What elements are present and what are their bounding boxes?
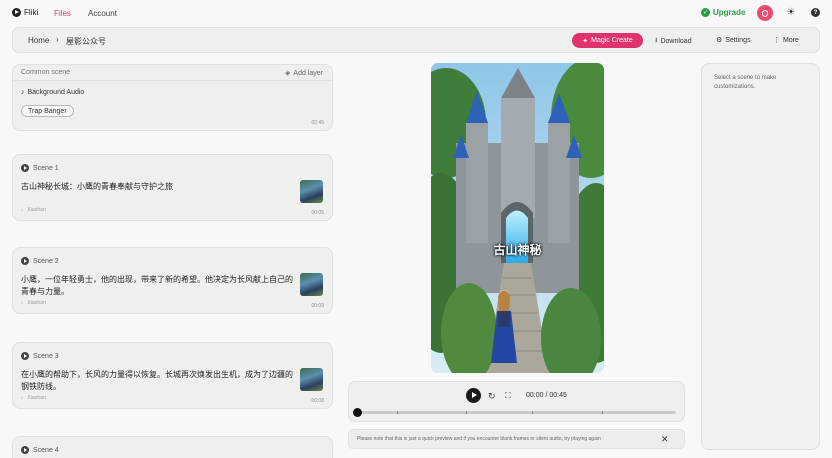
scene-duration: 00:08 <box>311 398 324 404</box>
scene-label: Scene 4 <box>21 446 59 454</box>
common-scene-card[interactable]: Common scene ◈ Add layer ♪ Background Au… <box>12 64 333 131</box>
scene-voice: ♩ Xiaohan <box>21 300 46 306</box>
scene-label: Scene 3 <box>21 352 59 360</box>
background-audio-label: ♪ Background Audio <box>21 89 85 96</box>
scene-label: Scene 2 <box>21 257 59 265</box>
replay-icon[interactable]: ↻ <box>488 391 496 402</box>
download-label: Download <box>660 38 692 45</box>
customization-hint: Select a scene to make customizations. <box>714 75 777 90</box>
scene-card-3[interactable]: Scene 3 在小鹰的帮助下，长风的力量得以恢复。长城再次焕发出生机，成为了边… <box>12 342 333 409</box>
more-button[interactable]: ⋮ More <box>773 36 799 45</box>
brand-name: Fliki <box>24 8 39 17</box>
nav-account-link[interactable]: Account <box>88 9 117 18</box>
music-note-icon: ♪ <box>21 89 25 96</box>
audio-track-chip[interactable]: Trap Banger <box>21 105 74 117</box>
scene-thumbnail[interactable] <box>300 180 323 203</box>
breadcrumb-separator: › <box>56 35 59 44</box>
notice-text: Please note that this is just a quick pr… <box>357 436 601 442</box>
upgrade-button[interactable]: ✓ Upgrade <box>701 8 745 17</box>
play-icon[interactable] <box>21 257 29 265</box>
scene-duration: 00:05 <box>311 210 324 216</box>
download-icon: ⭳ <box>655 37 658 44</box>
microphone-icon: ♩ <box>21 207 26 213</box>
settings-label: Settings <box>725 36 751 44</box>
breadcrumb-home[interactable]: Home <box>28 36 49 45</box>
play-circle-icon <box>12 8 21 17</box>
scene-card-2[interactable]: Scene 2 小鹰，一位年轻勇士，他的出现，带来了新的希望。他决定为长风献上自… <box>12 247 333 314</box>
fullscreen-icon[interactable]: ⛶ <box>505 391 511 401</box>
check-circle-icon: ✓ <box>701 8 710 17</box>
question-icon[interactable]: ? <box>811 8 820 17</box>
scene-duration: 00:09 <box>311 303 324 309</box>
scene-script-text[interactable]: 小鹰，一位年轻勇士，他的出现，带来了新的希望。他决定为长风献上自己的青春与力量。 <box>21 274 296 298</box>
preview-caption: 古山神秘 <box>493 243 542 257</box>
microphone-icon: ♩ <box>21 395 26 401</box>
scene-card-4[interactable]: Scene 4 <box>12 436 333 458</box>
more-label: More <box>783 36 799 44</box>
play-icon[interactable] <box>21 352 29 360</box>
customization-panel: Select a scene to make customizations. <box>701 63 820 450</box>
timeline-track[interactable] <box>358 411 676 414</box>
playback-time: 00:00 / 00:45 <box>526 392 567 399</box>
scene-label: Scene 1 <box>21 164 59 172</box>
video-preview[interactable]: 古山神秘 <box>431 63 604 373</box>
more-vertical-icon: ⋮ <box>773 37 780 44</box>
avatar[interactable] <box>757 5 773 21</box>
scene-thumbnail[interactable] <box>300 273 323 296</box>
microphone-icon: ♩ <box>21 300 26 306</box>
add-layer-label: Add layer <box>293 69 323 77</box>
play-icon[interactable] <box>21 446 29 454</box>
timeline-scrubber[interactable] <box>353 408 362 417</box>
close-icon[interactable]: ✕ <box>661 434 669 445</box>
common-scene-header: Common scene ◈ Add layer <box>13 65 332 81</box>
nav-files-link[interactable]: Files <box>54 9 71 18</box>
sun-icon[interactable]: ☀ <box>786 8 796 18</box>
scene-marker <box>397 411 398 414</box>
scene-marker <box>466 411 467 414</box>
breadcrumb-file-name[interactable]: 屋影公众号 <box>66 36 106 47</box>
scene-script-text[interactable]: 古山神秘长城：小鹰的青春奉献与守护之旅 <box>21 181 296 193</box>
scene-marker <box>532 411 533 414</box>
layers-icon: ◈ <box>285 70 291 77</box>
magic-create-label: Magic Create <box>591 37 633 44</box>
common-scene-title: Common scene <box>21 69 71 76</box>
video-player-controls: ↻ ⛶ 00:00 / 00:45 <box>348 381 685 422</box>
brand-logo[interactable]: Fliki <box>12 8 38 17</box>
magic-create-button[interactable]: ✦ Magic Create <box>572 33 643 48</box>
preview-notice: Please note that this is just a quick pr… <box>348 429 685 449</box>
editor-toolbar: Home › 屋影公众号 ✦ Magic Create ⭳ Download ⚙… <box>12 27 820 53</box>
play-button[interactable] <box>466 388 481 403</box>
upgrade-label: Upgrade <box>713 8 746 17</box>
scene-marker <box>602 411 603 414</box>
sparkle-icon: ✦ <box>582 37 589 45</box>
scene-thumbnail[interactable] <box>300 368 323 391</box>
castle-scene-image <box>431 63 604 373</box>
download-button[interactable]: ⭳ Download <box>655 36 692 47</box>
scene-voice: ♩ Xiaohan <box>21 207 46 213</box>
gear-icon: ⚙ <box>716 37 723 44</box>
scene-script-text[interactable]: 在小鹰的帮助下，长风的力量得以恢复。长城再次焕发出生机，成为了边疆的钢铁防线。 <box>21 369 296 393</box>
common-scene-duration: 02:45 <box>311 120 324 126</box>
settings-button[interactable]: ⚙ Settings <box>716 36 751 45</box>
scene-voice: ♩ Xiaohan <box>21 395 46 401</box>
top-nav: Fliki Files Account ✓ Upgrade ☀ ? <box>0 0 832 26</box>
scene-card-1[interactable]: Scene 1 古山神秘长城：小鹰的青春奉献与守护之旅 ♩ Xiaohan 00… <box>12 154 333 221</box>
add-layer-button[interactable]: ◈ Add layer <box>285 69 323 78</box>
play-icon[interactable] <box>21 164 29 172</box>
